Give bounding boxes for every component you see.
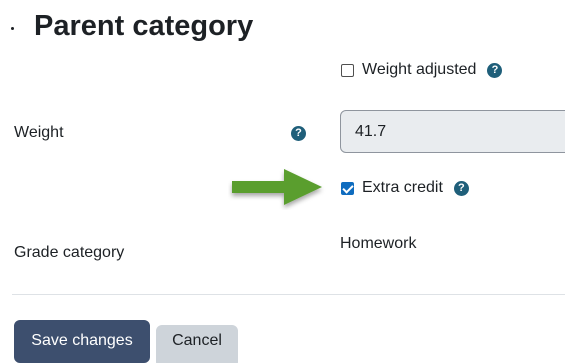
grade-category-label: Grade category [14, 244, 125, 261]
extra-credit-label: Extra credit [362, 179, 443, 196]
weight-label: Weight [14, 124, 64, 141]
weight-adjusted-row: Weight adjusted ? [341, 61, 503, 79]
divider [12, 294, 565, 295]
cancel-button[interactable]: Cancel [156, 325, 238, 363]
grade-category-form: Parent category Weight adjusted ? Weight… [0, 0, 565, 363]
extra-credit-checkbox[interactable] [341, 181, 354, 195]
page-title: Parent category [34, 10, 254, 42]
help-icon[interactable]: ? [453, 180, 469, 196]
weight-input[interactable]: 41.7 [340, 110, 565, 153]
weight-adjusted-checkbox[interactable] [341, 63, 354, 77]
grade-category-value: Homework [340, 235, 417, 252]
green-arrow-icon [232, 169, 322, 205]
extra-credit-row: Extra credit ? [341, 179, 469, 197]
weight-adjusted-label: Weight adjusted [362, 61, 477, 78]
save-changes-button[interactable]: Save changes [14, 320, 150, 363]
bullet-dot [11, 27, 14, 30]
help-icon[interactable]: ? [487, 62, 503, 78]
help-icon[interactable]: ? [291, 126, 306, 141]
